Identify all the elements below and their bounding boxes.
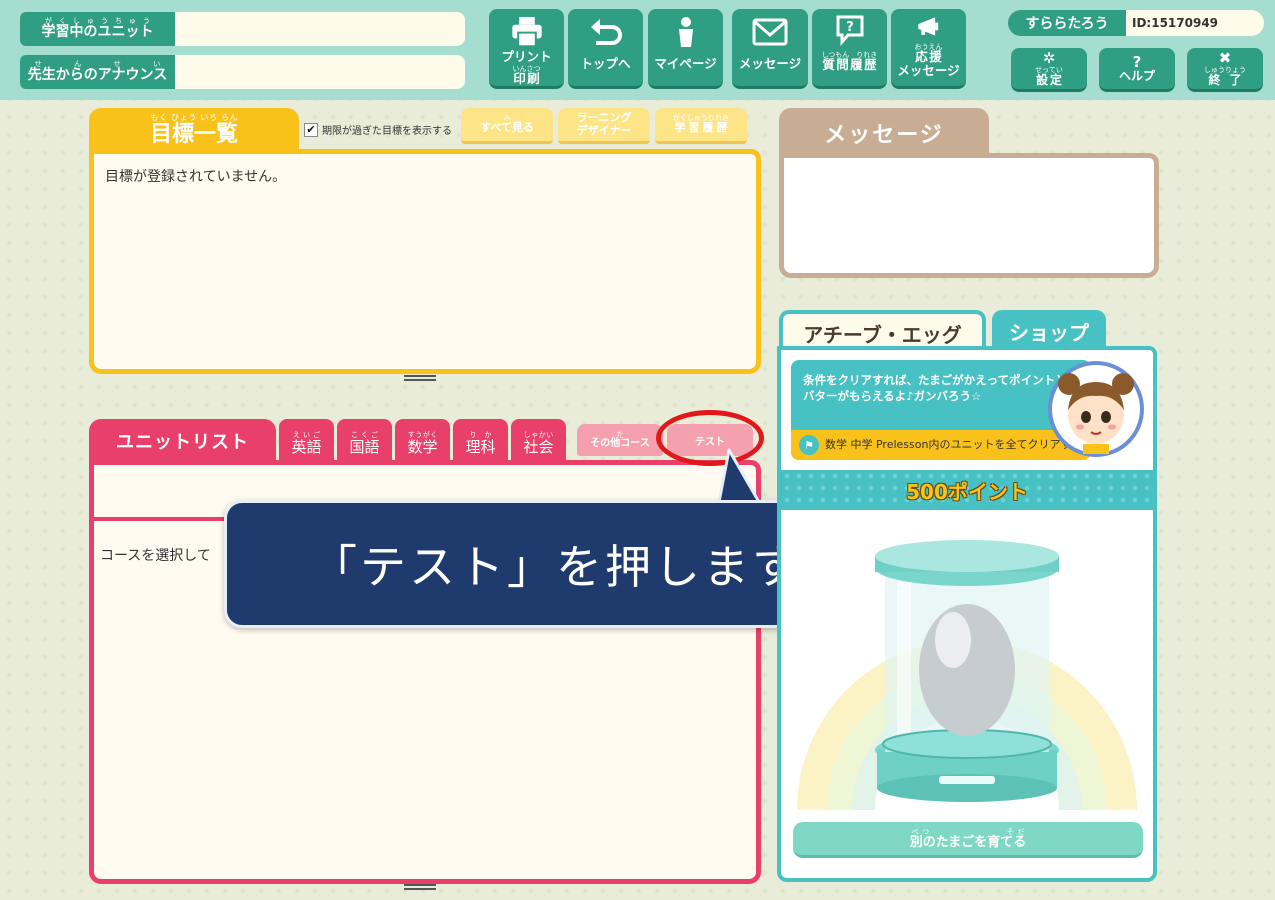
raise-another-egg-button[interactable]: 別のたまごを育てるべつ そだ xyxy=(793,822,1143,858)
egg-capsule-illustration xyxy=(797,540,1137,810)
announcement-field xyxy=(175,55,465,89)
message-button[interactable]: メッセージ xyxy=(732,9,808,89)
goals-panel: 目標が登録されていません。 xyxy=(89,149,761,374)
cheer-message-button[interactable]: 応援おうえん メッセージ xyxy=(891,9,966,89)
user-name: すららたろう xyxy=(1008,10,1126,36)
show-expired-checkbox[interactable]: ✔ xyxy=(304,122,318,137)
learning-designer-button[interactable]: ラーニング デザイナー xyxy=(558,108,650,144)
settings-button[interactable]: ✲ 設定せってい xyxy=(1011,48,1087,92)
unit-list-resize-handle[interactable] xyxy=(404,884,436,890)
tab-other-course[interactable]: その他コースた xyxy=(577,424,663,456)
question-history-button[interactable]: ? 質問履歴しつもん りれき xyxy=(812,9,887,89)
tab-japanese[interactable]: 国語こくご xyxy=(337,419,392,463)
close-icon: ✖ xyxy=(1218,48,1232,67)
goals-empty-message: 目標が登録されていません。 xyxy=(105,169,287,185)
egg-points: 500ポイント xyxy=(906,479,1028,504)
show-expired-label: 期限が過ぎた目標を表示する xyxy=(322,126,452,137)
gear-icon: ✲ xyxy=(1042,48,1056,67)
learning-history-button[interactable]: 学習履歴がくしゅうりれき xyxy=(655,108,747,144)
current-unit-label: 学習中のユニットがくしゅうちゅう xyxy=(20,12,175,46)
goals-title-tab: 目標一覧もく ひょう いち らん xyxy=(89,108,299,152)
user-id: ID:15170949 xyxy=(1126,10,1264,36)
message-panel xyxy=(779,153,1159,278)
question-bubble-icon: ? xyxy=(836,15,863,47)
return-arrow-icon xyxy=(590,19,622,45)
view-all-goals-button[interactable]: すべて見るみ xyxy=(461,108,553,144)
user-info: すららたろう ID:15170949 xyxy=(1008,10,1264,36)
egg-info-box: 条件をクリアすれば、たまごがかえってポイントとアバターがもらえるよ♪ガンバろう☆… xyxy=(791,360,1091,460)
egg-condition: ⚑ 数学 中学 Prelesson内のユニットを全てクリアする xyxy=(791,430,1091,460)
egg-points-bar: 500ポイント xyxy=(781,470,1153,510)
current-unit-field xyxy=(175,12,465,46)
egg-condition-text: 数学 中学 Prelesson内のユニットを全てクリアする xyxy=(825,437,1083,451)
top-page-button[interactable]: トップへ xyxy=(568,9,643,89)
announcement-row: 先生からのアナウンスせんせい xyxy=(20,55,465,89)
help-icon: ? xyxy=(1132,52,1142,71)
unit-list-title-tab: ユニットリスト xyxy=(89,419,276,463)
character-avatar xyxy=(1048,361,1144,457)
top-header: 学習中のユニットがくしゅうちゅう 先生からのアナウンスせんせい プリント 印刷い… xyxy=(0,0,1275,100)
instruction-callout-text: 「テスト」を押します！ xyxy=(311,540,850,594)
tab-science[interactable]: 理科りか xyxy=(453,419,508,463)
person-icon xyxy=(678,17,693,47)
flag-icon: ⚑ xyxy=(799,435,819,455)
mypage-button[interactable]: マイページ xyxy=(648,9,723,89)
callout-pointer xyxy=(717,448,761,504)
help-button[interactable]: ? ヘルプ xyxy=(1099,48,1175,92)
show-expired-goals-toggle[interactable]: ✔ 期限が過ぎた目標を表示する xyxy=(304,122,452,137)
tab-english[interactable]: 英語えいご xyxy=(279,419,334,463)
logout-button[interactable]: ✖ 終了しゅうりょう xyxy=(1187,48,1263,92)
current-unit-row: 学習中のユニットがくしゅうちゅう xyxy=(20,12,465,46)
goals-resize-handle[interactable] xyxy=(404,375,436,381)
svg-text:?: ? xyxy=(846,20,854,35)
achieve-egg-panel: 条件をクリアすれば、たまごがかえってポイントとアバターがもらえるよ♪ガンバろう☆… xyxy=(777,346,1157,882)
print-button[interactable]: プリント 印刷いんさつ xyxy=(489,9,564,89)
tab-social-studies[interactable]: 社会しゃかい xyxy=(511,419,566,463)
envelope-icon xyxy=(752,18,788,46)
message-title-tab: メッセージ xyxy=(779,108,989,158)
megaphone-icon xyxy=(917,17,938,36)
unit-list-placeholder: コースを選択して xyxy=(100,548,211,564)
tab-math[interactable]: 数学すうがく xyxy=(395,419,450,463)
printer-icon xyxy=(511,16,542,48)
announcement-label: 先生からのアナウンスせんせい xyxy=(20,55,175,89)
egg-info-text: 条件をクリアすれば、たまごがかえってポイントとアバターがもらえるよ♪ガンバろう☆ xyxy=(803,373,1079,404)
